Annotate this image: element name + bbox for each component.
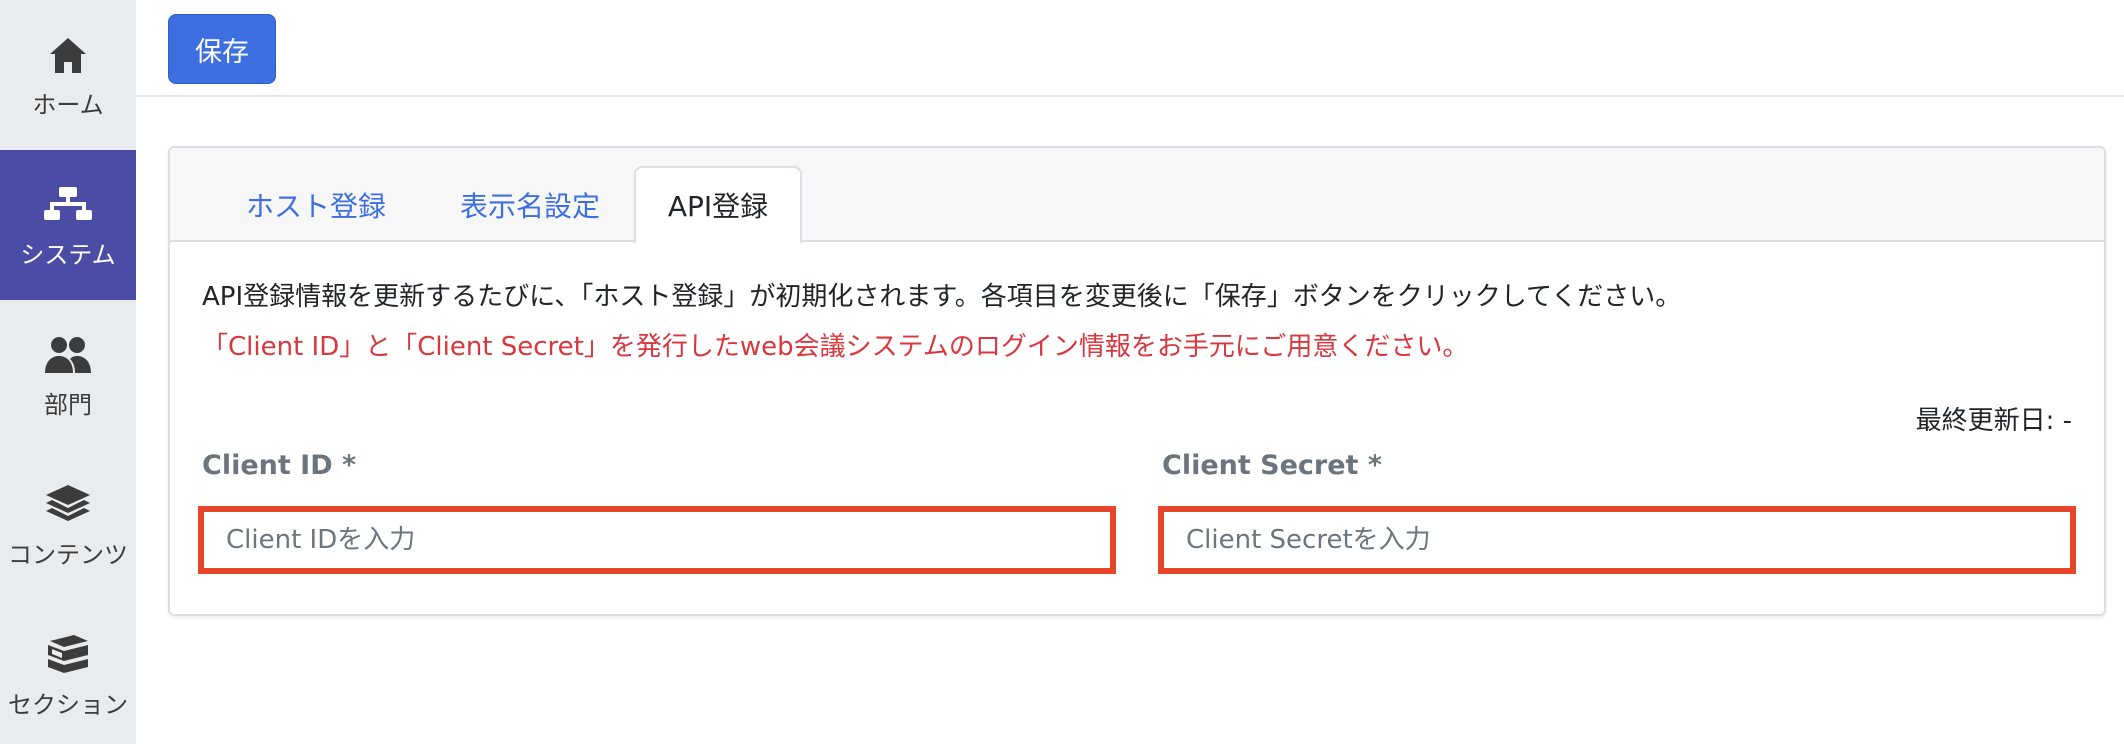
home-icon: [44, 31, 92, 79]
sidebar-item-system[interactable]: システム: [0, 150, 136, 300]
sidebar-item-section[interactable]: セクション: [0, 600, 136, 750]
tab-api-registration[interactable]: API登録: [634, 166, 802, 244]
info-text: API登録情報を更新するたびに、「ホスト登録」が初期化されます。各項目を変更後に…: [202, 282, 1682, 312]
sidebar-item-department[interactable]: 部門: [0, 300, 136, 450]
client-secret-input[interactable]: [1158, 506, 2076, 574]
tab-host-registration[interactable]: ホスト登録: [236, 166, 396, 244]
sidebar-item-label: コンテンツ: [8, 540, 128, 569]
sidebar-item-label: 部門: [44, 390, 92, 419]
warning-note: 「Client ID」と「Client Secret」を発行したweb会議システ…: [202, 332, 1469, 362]
tab-display-name-settings[interactable]: 表示名設定: [446, 166, 614, 244]
client-secret-label: Client Secret *: [1162, 450, 1382, 481]
api-settings-card: ホスト登録 表示名設定 API登録 API登録情報を更新するたびに、「ホスト登録…: [168, 146, 2106, 616]
layers-icon: [44, 481, 92, 529]
save-button[interactable]: 保存: [168, 14, 276, 84]
top-toolbar: 保存: [136, 0, 2124, 97]
last-updated: 最終更新日: -: [1915, 406, 2072, 436]
books-icon: [44, 631, 92, 679]
client-id-input[interactable]: [198, 506, 1116, 574]
users-icon: [44, 331, 92, 379]
sidebar-item-label: セクション: [8, 690, 128, 719]
sidebar-item-label: ホーム: [32, 90, 104, 119]
sidebar-item-label: システム: [20, 240, 116, 269]
client-id-label: Client ID *: [202, 450, 357, 481]
sidebar: ホーム システム 部門 コンテンツ セクション: [0, 0, 136, 744]
sidebar-item-home[interactable]: ホーム: [0, 0, 136, 150]
sidebar-item-contents[interactable]: コンテンツ: [0, 450, 136, 600]
tab-bar: ホスト登録 表示名設定 API登録: [170, 148, 2104, 244]
sitemap-icon: [44, 181, 92, 229]
